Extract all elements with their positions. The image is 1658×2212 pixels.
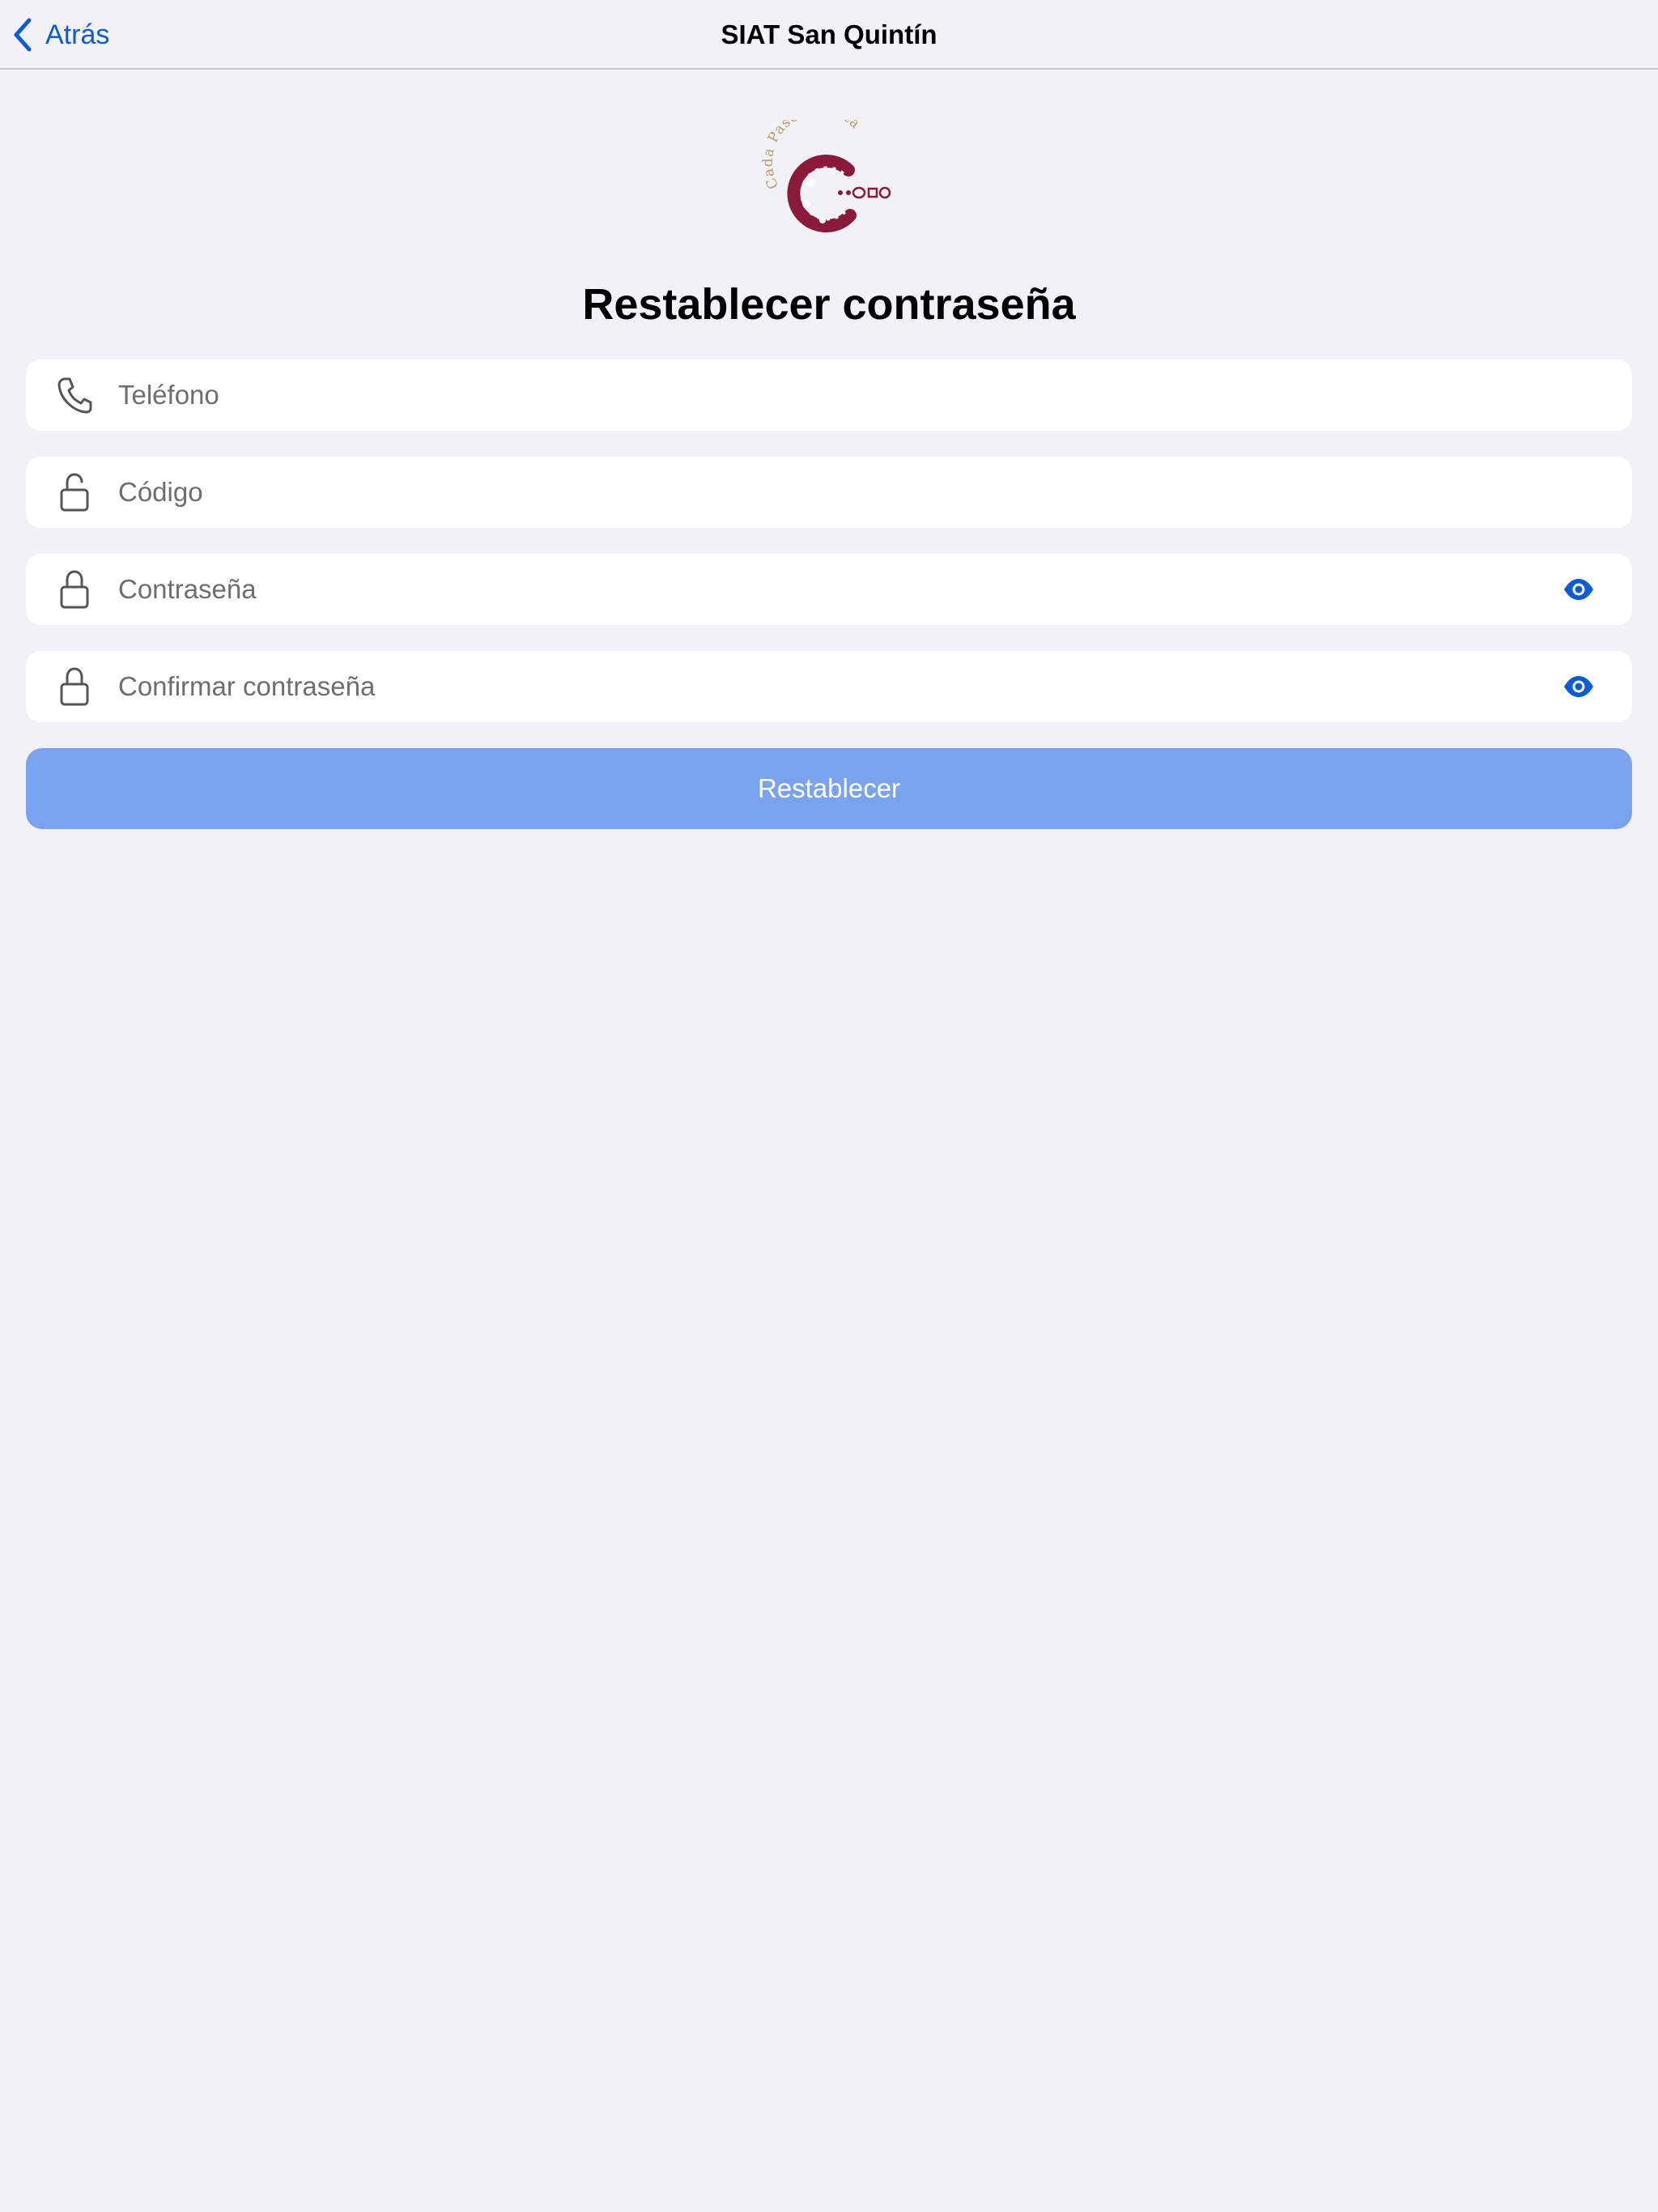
- password-field[interactable]: [26, 554, 1632, 625]
- phone-icon: [57, 377, 92, 414]
- confirm-password-input[interactable]: [118, 651, 1527, 722]
- page-title: Restablecer contraseña: [582, 280, 1076, 329]
- confirm-password-field[interactable]: [26, 651, 1632, 722]
- eye-icon[interactable]: [1562, 672, 1595, 701]
- phone-field[interactable]: [26, 359, 1632, 431]
- reset-button[interactable]: Restablecer: [26, 748, 1632, 829]
- code-field[interactable]: [26, 457, 1632, 528]
- eye-icon[interactable]: [1562, 575, 1595, 604]
- password-input[interactable]: [118, 554, 1527, 625]
- navigation-bar: Atrás SIAT San Quintín: [0, 0, 1658, 70]
- app-logo: Cada Paso Cuenta: [761, 120, 891, 232]
- lock-open-icon: [60, 473, 89, 512]
- nav-title: SIAT San Quintín: [721, 19, 937, 49]
- phone-input[interactable]: [118, 359, 1527, 431]
- lock-icon: [60, 570, 89, 609]
- code-input[interactable]: [118, 457, 1527, 528]
- lock-icon: [60, 667, 89, 706]
